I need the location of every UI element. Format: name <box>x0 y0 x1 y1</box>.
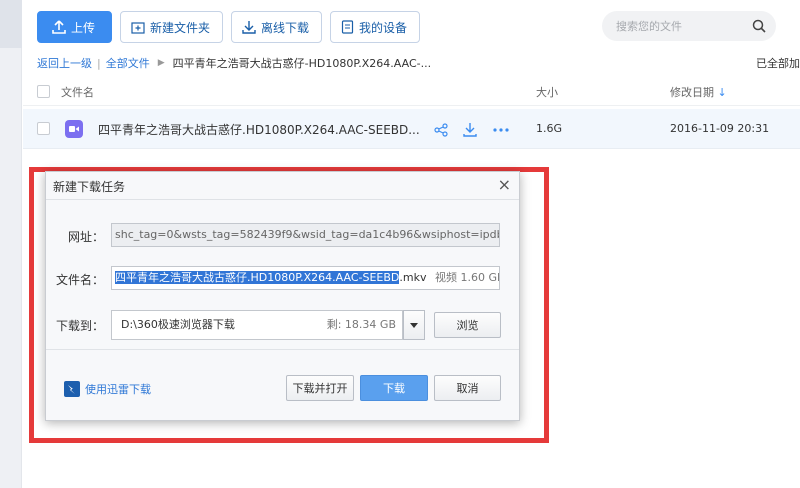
toolbar: 上传 新建文件夹 离线下载 我的设备 <box>37 11 421 43</box>
saveto-label: 下载到： <box>55 319 104 333</box>
file-size: 1.6G <box>536 122 563 135</box>
url-field[interactable]: shc_tag=0&wsts_tag=582439f9&wsid_tag=da1… <box>111 223 500 247</box>
dialog-divider <box>46 349 519 350</box>
row-checkbox[interactable] <box>37 122 50 135</box>
offline-download-label: 离线下载 <box>261 20 310 35</box>
search-input[interactable] <box>616 19 752 33</box>
share-icon[interactable] <box>434 123 448 137</box>
thunder-label: 使用迅雷下载 <box>85 383 151 396</box>
list-header: 文件名 大小 修改日期 ↓ <box>23 76 800 106</box>
upload-icon <box>52 20 66 34</box>
filename-extension: .mkv <box>399 271 427 284</box>
breadcrumb-separator: | <box>97 56 101 70</box>
free-space: 剩: 18.34 GB <box>326 318 396 331</box>
col-name-header[interactable]: 文件名 <box>61 84 94 100</box>
filename-label: 文件名： <box>55 273 104 287</box>
video-file-icon <box>65 120 83 138</box>
dialog-title: 新建下载任务 <box>53 180 126 194</box>
breadcrumb: 返回上一级 | 全部文件 ▶ 四平青年之浩哥大战古惑仔-HD1080P.X264… <box>37 55 431 71</box>
saveto-path: D:\360极速浏览器下载 <box>121 318 235 331</box>
file-info: 视频 1.60 GB <box>434 271 500 284</box>
breadcrumb-arrow-icon: ▶ <box>157 58 165 68</box>
new-folder-button[interactable]: 新建文件夹 <box>120 11 224 43</box>
col-modified-label: 修改日期 <box>670 86 714 99</box>
my-devices-label: 我的设备 <box>359 20 408 35</box>
search-icon[interactable] <box>752 19 766 33</box>
select-all-checkbox[interactable] <box>37 85 50 98</box>
dialog-title-bar: 新建下载任务 × <box>46 172 519 200</box>
upload-button[interactable]: 上传 <box>37 11 113 43</box>
device-icon <box>341 20 354 34</box>
close-icon[interactable]: × <box>498 175 511 194</box>
new-folder-label: 新建文件夹 <box>150 20 211 35</box>
breadcrumb-all-files-link[interactable]: 全部文件 <box>106 55 150 71</box>
row-download-icon[interactable] <box>463 122 477 137</box>
left-sidebar-strip <box>0 0 22 488</box>
filename-field[interactable]: 四平青年之浩哥大战古惑仔.HD1080P.X264.AAC-SEEBD.mkv … <box>111 266 500 290</box>
filename-selected-text: 四平青年之浩哥大战古惑仔.HD1080P.X264.AAC-SEEBD <box>115 271 400 284</box>
saveto-path-field[interactable]: D:\360极速浏览器下载 剩: 18.34 GB <box>111 310 403 340</box>
url-label: 网址： <box>67 230 104 244</box>
chevron-down-icon <box>410 322 418 328</box>
new-download-dialog: 新建下载任务 × 网址： shc_tag=0&wsts_tag=582439f9… <box>45 171 520 421</box>
breadcrumb-current: 四平青年之浩哥大战古惑仔-HD1080P.X264.AAC-... <box>172 57 432 70</box>
more-options-icon[interactable] <box>493 128 509 132</box>
table-row[interactable]: 四平青年之浩哥大战古惑仔.HD1080P.X264.AAC-SEEBD... 1… <box>23 109 800 149</box>
breadcrumb-back-link[interactable]: 返回上一级 <box>37 55 92 71</box>
upload-label: 上传 <box>71 20 96 35</box>
download-button[interactable]: 下载 <box>360 375 428 401</box>
search-box <box>602 11 776 41</box>
file-modified: 2016-11-09 20:31 <box>670 122 770 135</box>
new-folder-icon <box>131 21 145 34</box>
sort-desc-icon: ↓ <box>717 86 727 99</box>
my-devices-button[interactable]: 我的设备 <box>330 11 421 43</box>
thunder-icon <box>64 381 80 397</box>
sidebar-selected-item[interactable] <box>0 0 22 48</box>
thunder-download-link[interactable]: 使用迅雷下载 <box>64 381 151 397</box>
browse-button[interactable]: 浏览 <box>434 312 501 338</box>
col-modified-header[interactable]: 修改日期 ↓ <box>670 84 727 100</box>
offline-download-button[interactable]: 离线下载 <box>231 11 323 43</box>
col-size-header[interactable]: 大小 <box>536 84 558 100</box>
file-name[interactable]: 四平青年之浩哥大战古惑仔.HD1080P.X264.AAC-SEEBD... <box>98 121 420 138</box>
load-status: 已全部加 <box>756 57 800 70</box>
cancel-button[interactable]: 取消 <box>434 375 501 401</box>
saveto-dropdown-button[interactable] <box>403 310 425 340</box>
download-and-open-button[interactable]: 下载并打开 <box>286 375 354 401</box>
download-icon <box>242 21 256 34</box>
